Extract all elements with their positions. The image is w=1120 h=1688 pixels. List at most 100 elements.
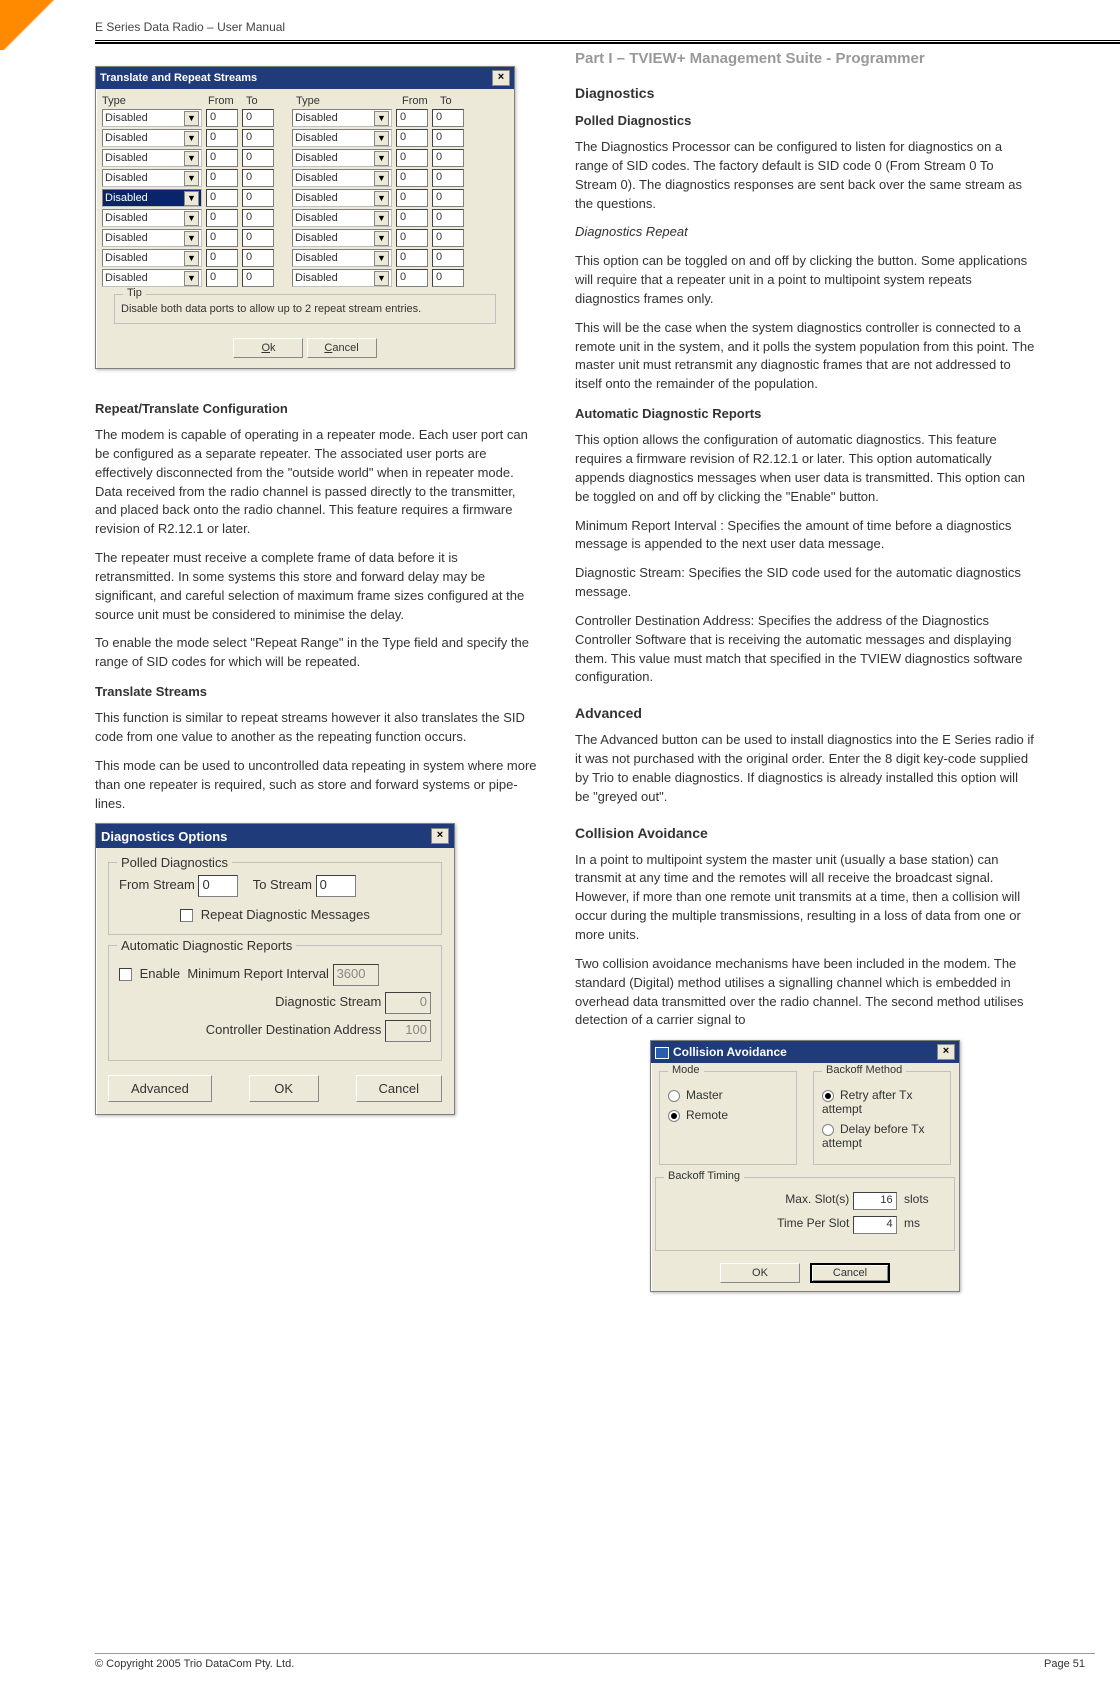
- from-input[interactable]: 0: [396, 209, 428, 227]
- repeat-p2: The repeater must receive a complete fra…: [95, 549, 540, 624]
- collision-p1: In a point to multipoint system the mast…: [575, 851, 1035, 945]
- type-dropdown[interactable]: Disabled▼: [102, 109, 202, 127]
- diagnostic-stream-input[interactable]: 0: [385, 992, 431, 1014]
- from-input[interactable]: 0: [396, 149, 428, 167]
- dialog-titlebar: Translate and Repeat Streams ×: [96, 67, 514, 89]
- type-dropdown[interactable]: Disabled▼: [102, 269, 202, 287]
- to-input[interactable]: 0: [242, 189, 274, 207]
- type-dropdown[interactable]: Disabled▼: [292, 129, 392, 147]
- type-dropdown[interactable]: Disabled▼: [102, 249, 202, 267]
- type-value: Disabled: [105, 272, 148, 284]
- cancel-suffix: ancel: [332, 342, 358, 354]
- type-dropdown[interactable]: Disabled▼: [292, 149, 392, 167]
- ok-suffix: k: [270, 342, 276, 354]
- polled-legend: Polled Diagnostics: [117, 855, 232, 870]
- backoff-retry-radio[interactable]: [822, 1090, 834, 1102]
- to-input[interactable]: 0: [242, 269, 274, 287]
- footer-copyright: © Copyright 2005 Trio DataCom Pty. Ltd.: [95, 1658, 294, 1670]
- mode-remote-radio[interactable]: [668, 1110, 680, 1122]
- type-dropdown[interactable]: Disabled▼: [292, 249, 392, 267]
- from-input[interactable]: 0: [206, 249, 238, 267]
- collision-heading: Collision Avoidance: [575, 825, 1035, 841]
- type-dropdown[interactable]: Disabled▼: [102, 129, 202, 147]
- chevron-down-icon: ▼: [184, 131, 199, 146]
- to-input[interactable]: 0: [242, 109, 274, 127]
- streams-column-headers: Type From To Type From To: [102, 93, 508, 108]
- from-input[interactable]: 0: [396, 229, 428, 247]
- repeat-p3: To enable the mode select "Repeat Range"…: [95, 634, 540, 672]
- from-input[interactable]: 0: [396, 129, 428, 147]
- from-input[interactable]: 0: [206, 269, 238, 287]
- to-stream-input[interactable]: 0: [316, 875, 356, 897]
- from-input[interactable]: 0: [396, 269, 428, 287]
- min-interval-input[interactable]: 3600: [333, 964, 379, 986]
- advanced-button[interactable]: Advanced: [108, 1075, 212, 1102]
- max-slot-input[interactable]: 16: [853, 1192, 897, 1210]
- time-per-slot-input[interactable]: 4: [853, 1216, 897, 1234]
- backoff-delay-radio[interactable]: [822, 1124, 834, 1136]
- header-rule-thin: [95, 40, 1120, 41]
- cancel-button[interactable]: Cancel: [810, 1263, 890, 1283]
- cancel-button[interactable]: Cancel: [356, 1075, 442, 1102]
- controller-addr-input[interactable]: 100: [385, 1020, 431, 1042]
- type-dropdown[interactable]: Disabled▼: [292, 269, 392, 287]
- to-input[interactable]: 0: [432, 269, 464, 287]
- to-input[interactable]: 0: [242, 249, 274, 267]
- type-dropdown[interactable]: Disabled▼: [102, 169, 202, 187]
- ok-button[interactable]: Ok: [233, 338, 303, 358]
- from-input[interactable]: 0: [206, 189, 238, 207]
- ok-button[interactable]: OK: [249, 1075, 319, 1102]
- enable-checkbox[interactable]: [119, 968, 132, 981]
- to-input[interactable]: 0: [242, 149, 274, 167]
- repeat-p1: The modem is capable of operating in a r…: [95, 426, 540, 539]
- polled-p: The Diagnostics Processor can be configu…: [575, 138, 1035, 213]
- from-input[interactable]: 0: [396, 169, 428, 187]
- from-input[interactable]: 0: [206, 229, 238, 247]
- type-dropdown[interactable]: Disabled▼: [292, 189, 392, 207]
- from-input[interactable]: 0: [206, 209, 238, 227]
- close-icon[interactable]: ×: [492, 70, 510, 86]
- from-input[interactable]: 0: [206, 129, 238, 147]
- to-input[interactable]: 0: [242, 129, 274, 147]
- to-input[interactable]: 0: [242, 169, 274, 187]
- to-input[interactable]: 0: [432, 129, 464, 147]
- to-input[interactable]: 0: [432, 109, 464, 127]
- close-icon[interactable]: ×: [937, 1044, 955, 1060]
- stream-row: Disabled▼00Disabled▼00: [102, 168, 508, 188]
- from-input[interactable]: 0: [396, 189, 428, 207]
- from-input[interactable]: 0: [206, 109, 238, 127]
- to-input[interactable]: 0: [432, 149, 464, 167]
- type-dropdown[interactable]: Disabled▼: [292, 209, 392, 227]
- type-dropdown[interactable]: Disabled▼: [292, 169, 392, 187]
- footer-page: Page 51: [1044, 1658, 1085, 1670]
- from-stream-input[interactable]: 0: [198, 875, 238, 897]
- from-input[interactable]: 0: [206, 149, 238, 167]
- to-input[interactable]: 0: [432, 209, 464, 227]
- type-dropdown[interactable]: Disabled▼: [102, 229, 202, 247]
- type-dropdown[interactable]: Disabled▼: [102, 209, 202, 227]
- to-input[interactable]: 0: [432, 229, 464, 247]
- cancel-button[interactable]: Cancel: [307, 338, 377, 358]
- translate-p2: This mode can be used to uncontrolled da…: [95, 757, 540, 814]
- type-dropdown[interactable]: Disabled▼: [292, 109, 392, 127]
- from-input[interactable]: 0: [396, 109, 428, 127]
- slots-unit: slots: [900, 1192, 944, 1206]
- to-input[interactable]: 0: [242, 209, 274, 227]
- type-value: Disabled: [295, 112, 338, 124]
- type-dropdown[interactable]: Disabled▼: [102, 149, 202, 167]
- to-input[interactable]: 0: [432, 189, 464, 207]
- type-dropdown[interactable]: Disabled▼: [292, 229, 392, 247]
- from-input[interactable]: 0: [396, 249, 428, 267]
- to-input[interactable]: 0: [432, 169, 464, 187]
- repeat-diagnostic-checkbox[interactable]: [180, 909, 193, 922]
- backoff-delay-label: Delay before Tx attempt: [822, 1122, 925, 1150]
- app-icon: [655, 1047, 669, 1059]
- to-input[interactable]: 0: [242, 229, 274, 247]
- close-icon[interactable]: ×: [431, 828, 449, 844]
- from-input[interactable]: 0: [206, 169, 238, 187]
- mode-master-radio[interactable]: [668, 1090, 680, 1102]
- auto-p1: This option allows the configuration of …: [575, 431, 1035, 506]
- type-dropdown[interactable]: Disabled▼: [102, 189, 202, 207]
- ok-button[interactable]: OK: [720, 1263, 800, 1283]
- to-input[interactable]: 0: [432, 249, 464, 267]
